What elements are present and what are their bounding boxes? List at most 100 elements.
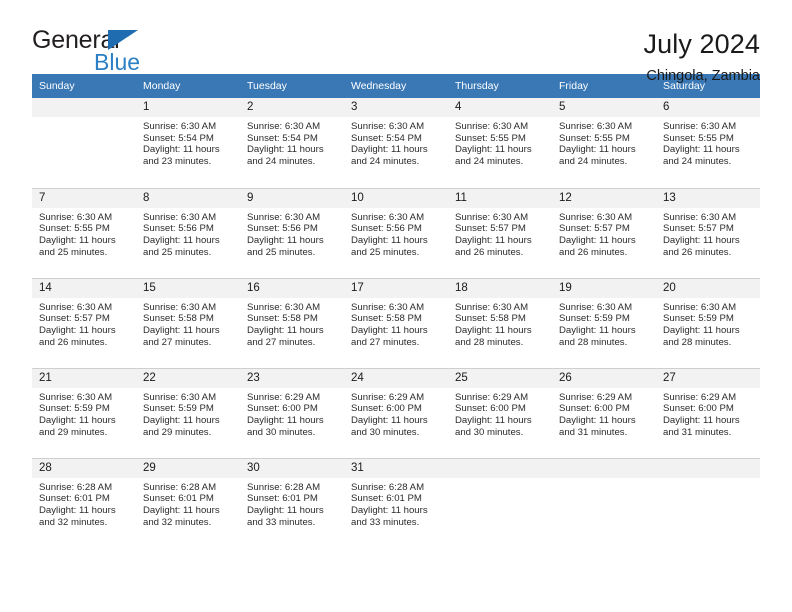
day-details: Sunrise: 6:30 AM Sunset: 5:57 PM Daylight:…: [552, 208, 656, 259]
sunset-text: Sunset: 5:56 PM: [351, 223, 422, 235]
day-details: Sunrise: 6:28 AM Sunset: 6:01 PM Daylight:…: [32, 478, 136, 529]
calendar-day-cell[interactable]: 17 Sunrise: 6:30 AM Sunset: 5:58 PM Dayligh…: [344, 278, 448, 368]
calendar-day-cell[interactable]: 15 Sunrise: 6:30 AM Sunset: 5:58 PM Dayligh…: [136, 278, 240, 368]
calendar-day-cell[interactable]: 7 Sunrise: 6:30 AM Sunset: 5:55 PM Daylight…: [32, 188, 136, 278]
sunrise-text: Sunrise: 6:30 AM: [143, 391, 217, 403]
day-details: Sunrise: 6:30 AM Sunset: 5:58 PM Daylight:…: [136, 298, 240, 349]
day-details: Sunrise: 6:29 AM Sunset: 6:00 PM Daylight:…: [344, 388, 448, 439]
sunset-text: Sunset: 5:54 PM: [351, 132, 422, 144]
calendar-day-cell[interactable]: 12 Sunrise: 6:30 AM Sunset: 5:57 PM Dayligh…: [552, 188, 656, 278]
daylight-text: Daylight: 11 hours and 26 minutes.: [39, 324, 116, 348]
calendar-day-cell[interactable]: 14 Sunrise: 6:30 AM Sunset: 5:57 PM Dayligh…: [32, 278, 136, 368]
calendar-week-row: 21 Sunrise: 6:30 AM Sunset: 5:59 PM Dayligh…: [32, 367, 760, 458]
calendar-day-cell-empty: [448, 458, 552, 548]
calendar-day-cell[interactable]: 3 Sunrise: 6:30 AM Sunset: 5:54 PM Daylight…: [344, 98, 448, 187]
calendar-day-cell[interactable]: 16 Sunrise: 6:30 AM Sunset: 5:58 PM Dayligh…: [240, 278, 344, 368]
sunrise-text: Sunrise: 6:30 AM: [247, 301, 321, 313]
day-details: Sunrise: 6:30 AM Sunset: 5:55 PM Daylight:…: [656, 117, 760, 168]
calendar-day-cell[interactable]: 13 Sunrise: 6:30 AM Sunset: 5:57 PM Dayligh…: [656, 188, 760, 278]
calendar-day-cell[interactable]: 11 Sunrise: 6:30 AM Sunset: 5:57 PM Dayligh…: [448, 188, 552, 278]
calendar-day-cell[interactable]: 23 Sunrise: 6:29 AM Sunset: 6:00 PM Dayligh…: [240, 368, 344, 458]
daylight-text: Daylight: 11 hours and 23 minutes.: [143, 144, 220, 168]
sunset-text: Sunset: 6:00 PM: [559, 403, 630, 415]
day-number: 9: [240, 188, 344, 208]
sunrise-text: Sunrise: 6:30 AM: [39, 391, 113, 403]
calendar-day-cell[interactable]: 9 Sunrise: 6:30 AM Sunset: 5:56 PM Daylight…: [240, 188, 344, 278]
calendar-day-cell[interactable]: 19 Sunrise: 6:30 AM Sunset: 5:59 PM Dayligh…: [552, 278, 656, 368]
sunset-text: Sunset: 5:59 PM: [143, 403, 214, 415]
calendar-day-cell[interactable]: 22 Sunrise: 6:30 AM Sunset: 5:59 PM Dayligh…: [136, 368, 240, 458]
page-title: July 2024: [643, 29, 760, 59]
sunset-text: Sunset: 5:56 PM: [143, 223, 214, 235]
calendar-day-cell[interactable]: 27 Sunrise: 6:29 AM Sunset: 6:00 PM Dayligh…: [656, 368, 760, 458]
day-number: 30: [240, 458, 344, 478]
daylight-text: Daylight: 11 hours and 24 minutes.: [455, 144, 532, 168]
calendar-day-cell[interactable]: 21 Sunrise: 6:30 AM Sunset: 5:59 PM Dayligh…: [32, 368, 136, 458]
calendar-day-cell[interactable]: 18 Sunrise: 6:30 AM Sunset: 5:58 PM Dayligh…: [448, 278, 552, 368]
day-details: Sunrise: 6:29 AM Sunset: 6:00 PM Daylight:…: [656, 388, 760, 439]
day-details: Sunrise: 6:30 AM Sunset: 5:59 PM Daylight:…: [32, 388, 136, 439]
daylight-text: Daylight: 11 hours and 32 minutes.: [143, 504, 220, 528]
daylight-text: Daylight: 11 hours and 27 minutes.: [247, 324, 324, 348]
daylight-text: Daylight: 11 hours and 24 minutes.: [247, 144, 324, 168]
sunset-text: Sunset: 5:58 PM: [351, 313, 422, 325]
sunrise-text: Sunrise: 6:30 AM: [455, 211, 529, 223]
calendar-day-cell[interactable]: 8 Sunrise: 6:30 AM Sunset: 5:56 PM Daylight…: [136, 188, 240, 278]
calendar-day-cell[interactable]: 10 Sunrise: 6:30 AM Sunset: 5:56 PM Dayligh…: [344, 188, 448, 278]
sunrise-text: Sunrise: 6:29 AM: [351, 391, 425, 403]
calendar-day-cell[interactable]: 31 Sunrise: 6:28 AM Sunset: 6:01 PM Dayligh…: [344, 458, 448, 548]
sunset-text: Sunset: 6:00 PM: [247, 403, 318, 415]
daylight-text: Daylight: 11 hours and 33 minutes.: [247, 504, 324, 528]
sunset-text: Sunset: 5:57 PM: [455, 223, 526, 235]
calendar-day-cell[interactable]: 25 Sunrise: 6:29 AM Sunset: 6:00 PM Dayligh…: [448, 368, 552, 458]
day-number: 28: [32, 458, 136, 478]
daylight-text: Daylight: 11 hours and 24 minutes.: [351, 144, 428, 168]
day-details: Sunrise: 6:30 AM Sunset: 5:59 PM Daylight:…: [136, 388, 240, 439]
day-details: Sunrise: 6:28 AM Sunset: 6:01 PM Daylight:…: [136, 478, 240, 529]
sunset-text: Sunset: 5:58 PM: [455, 313, 526, 325]
sunset-text: Sunset: 5:57 PM: [559, 223, 630, 235]
day-details: Sunrise: 6:30 AM Sunset: 5:59 PM Daylight:…: [552, 298, 656, 349]
day-number: 27: [656, 368, 760, 388]
day-number: 13: [656, 188, 760, 208]
calendar-day-cell[interactable]: 20 Sunrise: 6:30 AM Sunset: 5:59 PM Dayligh…: [656, 278, 760, 368]
sunset-text: Sunset: 6:00 PM: [663, 403, 734, 415]
day-details: Sunrise: 6:30 AM Sunset: 5:54 PM Daylight:…: [136, 117, 240, 168]
day-details: Sunrise: 6:30 AM Sunset: 5:58 PM Daylight:…: [344, 298, 448, 349]
day-number: 3: [344, 98, 448, 117]
calendar-day-cell[interactable]: 2 Sunrise: 6:30 AM Sunset: 5:54 PM Daylight…: [240, 98, 344, 187]
daylight-text: Daylight: 11 hours and 26 minutes.: [663, 234, 740, 258]
calendar-day-cell[interactable]: 26 Sunrise: 6:29 AM Sunset: 6:00 PM Dayligh…: [552, 368, 656, 458]
sunrise-text: Sunrise: 6:28 AM: [351, 481, 425, 493]
calendar-day-cell[interactable]: 24 Sunrise: 6:29 AM Sunset: 6:00 PM Dayligh…: [344, 368, 448, 458]
calendar-day-cell[interactable]: 4 Sunrise: 6:30 AM Sunset: 5:55 PM Daylight…: [448, 98, 552, 187]
calendar-day-cell[interactable]: 5 Sunrise: 6:30 AM Sunset: 5:55 PM Daylight…: [552, 98, 656, 187]
calendar-day-cell[interactable]: 1 Sunrise: 6:30 AM Sunset: 5:54 PM Daylight…: [136, 98, 240, 187]
calendar-day-cell[interactable]: 28 Sunrise: 6:28 AM Sunset: 6:01 PM Dayligh…: [32, 458, 136, 548]
day-details: Sunrise: 6:30 AM Sunset: 5:55 PM Daylight:…: [448, 117, 552, 168]
day-number: 25: [448, 368, 552, 388]
page-header: General Blue July 2024 Chingola, Zambia: [32, 0, 760, 84]
calendar-day-cell[interactable]: 6 Sunrise: 6:30 AM Sunset: 5:55 PM Daylight…: [656, 98, 760, 187]
general-blue-logo[interactable]: General Blue: [32, 28, 162, 80]
sunrise-text: Sunrise: 6:30 AM: [39, 301, 113, 313]
day-number: 5: [552, 98, 656, 117]
calendar-day-cell[interactable]: 30 Sunrise: 6:28 AM Sunset: 6:01 PM Dayligh…: [240, 458, 344, 548]
sunset-text: Sunset: 6:01 PM: [351, 493, 422, 505]
day-details: Sunrise: 6:30 AM Sunset: 5:59 PM Daylight:…: [656, 298, 760, 349]
day-number: [552, 458, 656, 478]
sunrise-text: Sunrise: 6:28 AM: [39, 481, 113, 493]
sunrise-text: Sunrise: 6:30 AM: [351, 121, 425, 132]
sunrise-text: Sunrise: 6:30 AM: [351, 301, 425, 313]
calendar-day-cell-empty: [32, 98, 136, 187]
day-details: Sunrise: 6:30 AM Sunset: 5:56 PM Daylight:…: [240, 208, 344, 259]
weekday-header-wednesday: Wednesday: [344, 74, 448, 98]
day-number: [448, 458, 552, 478]
sunset-text: Sunset: 5:59 PM: [559, 313, 630, 325]
day-number: 31: [344, 458, 448, 478]
day-details: Sunrise: 6:29 AM Sunset: 6:00 PM Daylight:…: [448, 388, 552, 439]
sunset-text: Sunset: 5:55 PM: [39, 223, 110, 235]
calendar-day-cell[interactable]: 29 Sunrise: 6:28 AM Sunset: 6:01 PM Dayligh…: [136, 458, 240, 548]
daylight-text: Daylight: 11 hours and 28 minutes.: [663, 324, 740, 348]
calendar-week-row: 14 Sunrise: 6:30 AM Sunset: 5:57 PM Dayligh…: [32, 277, 760, 368]
